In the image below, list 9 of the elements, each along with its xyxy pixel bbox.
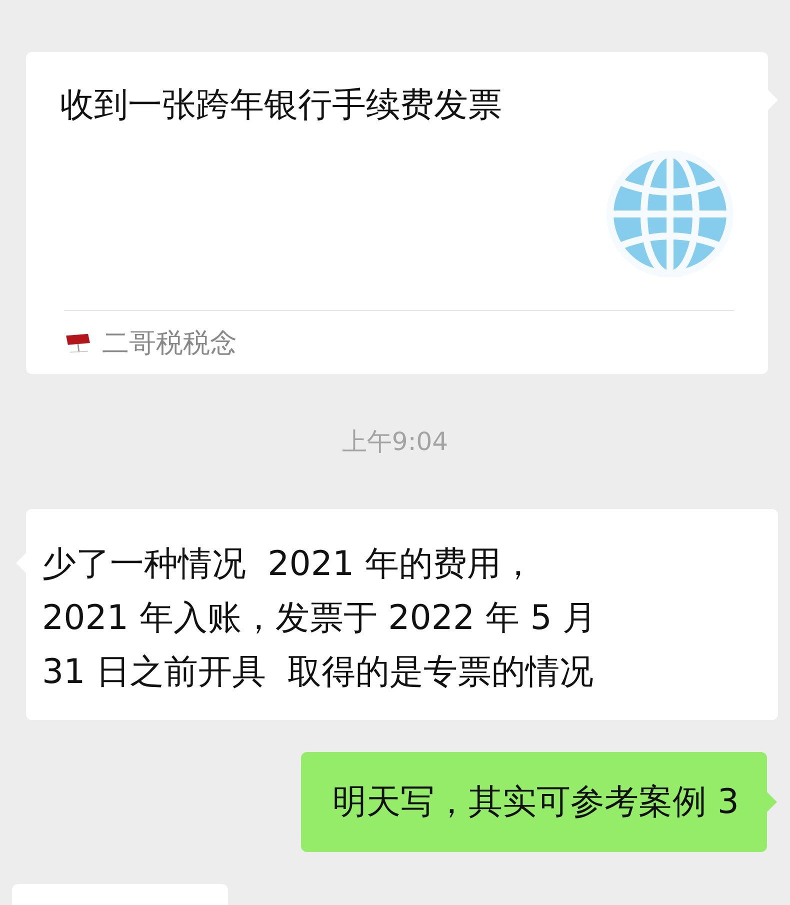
source-name: 二哥税税念 — [102, 326, 237, 360]
message-bubble: 明天写，其实可参考案例 3 — [300, 752, 767, 852]
bubble-tail — [767, 792, 777, 812]
message-bubble: 少了一种情况 2021 年的费用， 2021 年入账，发票于 2022 年 5 月 31 日之前开具 取得的是专票的情况 — [26, 509, 778, 720]
timestamp: 上午9:04 — [342, 426, 448, 458]
card-title: 收到一张跨年银行手续费发票 — [60, 84, 503, 127]
globe-icon — [606, 150, 734, 278]
link-card[interactable]: 收到一张跨年银行手续费发票 二哥税税念 — [26, 52, 768, 374]
sign-icon — [64, 332, 92, 354]
